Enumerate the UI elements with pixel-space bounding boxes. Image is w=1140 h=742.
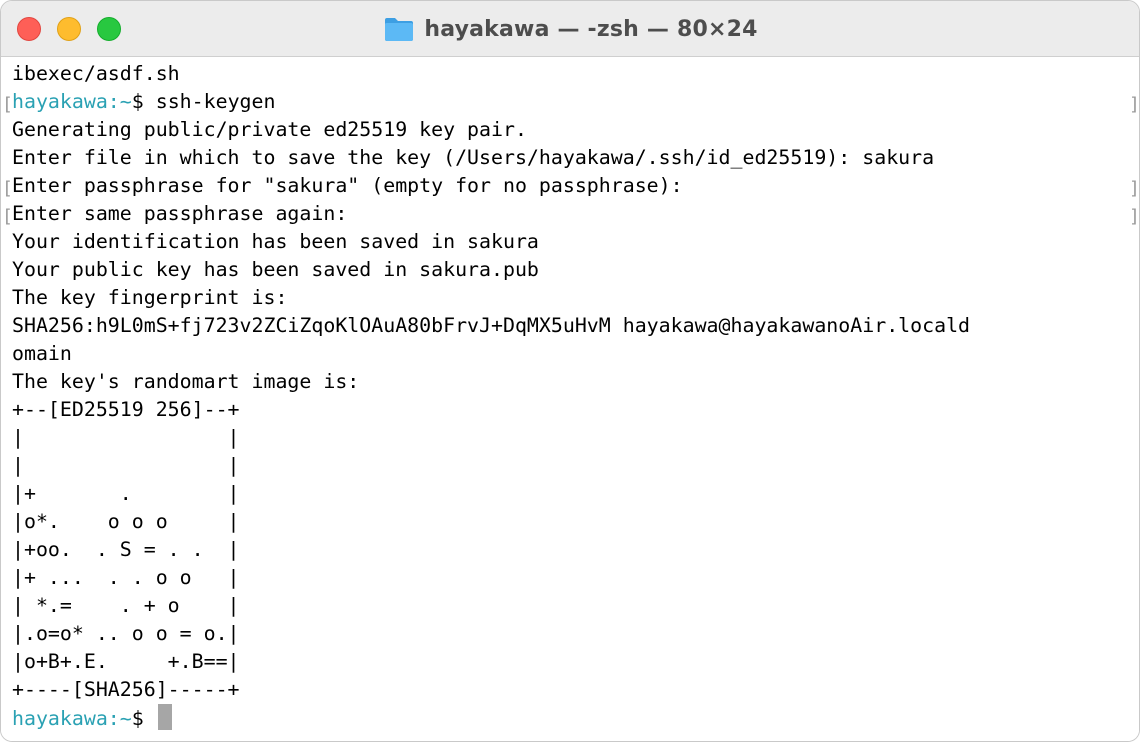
- prompt-line: hayakawa:~$: [12, 704, 172, 732]
- terminal-line: The key's randomart image is:: [12, 370, 360, 393]
- randomart-line: | |: [12, 454, 240, 477]
- text-cursor[interactable]: [157, 704, 172, 730]
- prompt-symbol: $: [131, 90, 144, 113]
- randomart-line: |o+B+.E. +.B==|: [12, 650, 240, 673]
- prompt-user: hayakawa:~: [12, 90, 132, 113]
- window-title: hayakawa — -zsh — 80×24: [424, 16, 758, 42]
- terminal-line: Your identification has been saved in sa…: [12, 230, 539, 253]
- prompt-user: hayakawa:~: [12, 707, 132, 730]
- randomart-line: |+ ... . . o o |: [12, 566, 240, 589]
- randomart-line: |+oo. . S = . . |: [12, 538, 240, 561]
- command-text: ssh-keygen: [155, 90, 276, 113]
- folder-icon: [385, 18, 414, 41]
- prompt-line: hayakawa:~$ ssh-keygen: [12, 88, 276, 116]
- terminal-line: SHA256:h9L0mS+fj723v2ZCiZqoKlOAuA80bFrvJ…: [12, 314, 971, 337]
- bracket-mark-right: ]: [1129, 94, 1140, 115]
- bracket-mark-right: ]: [1129, 206, 1140, 227]
- terminal-window: hayakawa — -zsh — 80×24 ibexec/asdf.sh […: [0, 0, 1140, 742]
- bracket-mark-right: ]: [1129, 178, 1140, 199]
- terminal-line: ibexec/asdf.sh: [12, 62, 180, 85]
- terminal-line: The key fingerprint is:: [12, 286, 288, 309]
- terminal-line: Enter same passphrase again:: [12, 202, 348, 225]
- randomart-line: |o*. o o o |: [12, 510, 240, 533]
- randomart-line: | |: [12, 426, 240, 449]
- randomart-line: | *.= . + o |: [12, 594, 240, 617]
- randomart-line: +--[ED25519 256]--+: [12, 398, 240, 421]
- randomart-line: |.o=o* .. o o = o.|: [12, 622, 240, 645]
- prompt-symbol: $: [131, 707, 144, 730]
- terminal-line: Enter file in which to save the key (/Us…: [12, 146, 935, 169]
- terminal-content[interactable]: ibexec/asdf.sh [ hayakawa:~$ ssh-keygen …: [1, 57, 1140, 741]
- terminal-line: Generating public/private ed25519 key pa…: [12, 118, 527, 141]
- terminal-line: omain: [12, 342, 72, 365]
- title-bar[interactable]: hayakawa — -zsh — 80×24: [1, 1, 1139, 57]
- terminal-line: Enter passphrase for "sakura" (empty for…: [12, 174, 683, 197]
- randomart-line: +----[SHA256]-----+: [12, 678, 240, 701]
- terminal-line: Your public key has been saved in sakura…: [12, 258, 539, 281]
- randomart-line: |+ . |: [12, 482, 240, 505]
- window-title-group: hayakawa — -zsh — 80×24: [1, 1, 1139, 57]
